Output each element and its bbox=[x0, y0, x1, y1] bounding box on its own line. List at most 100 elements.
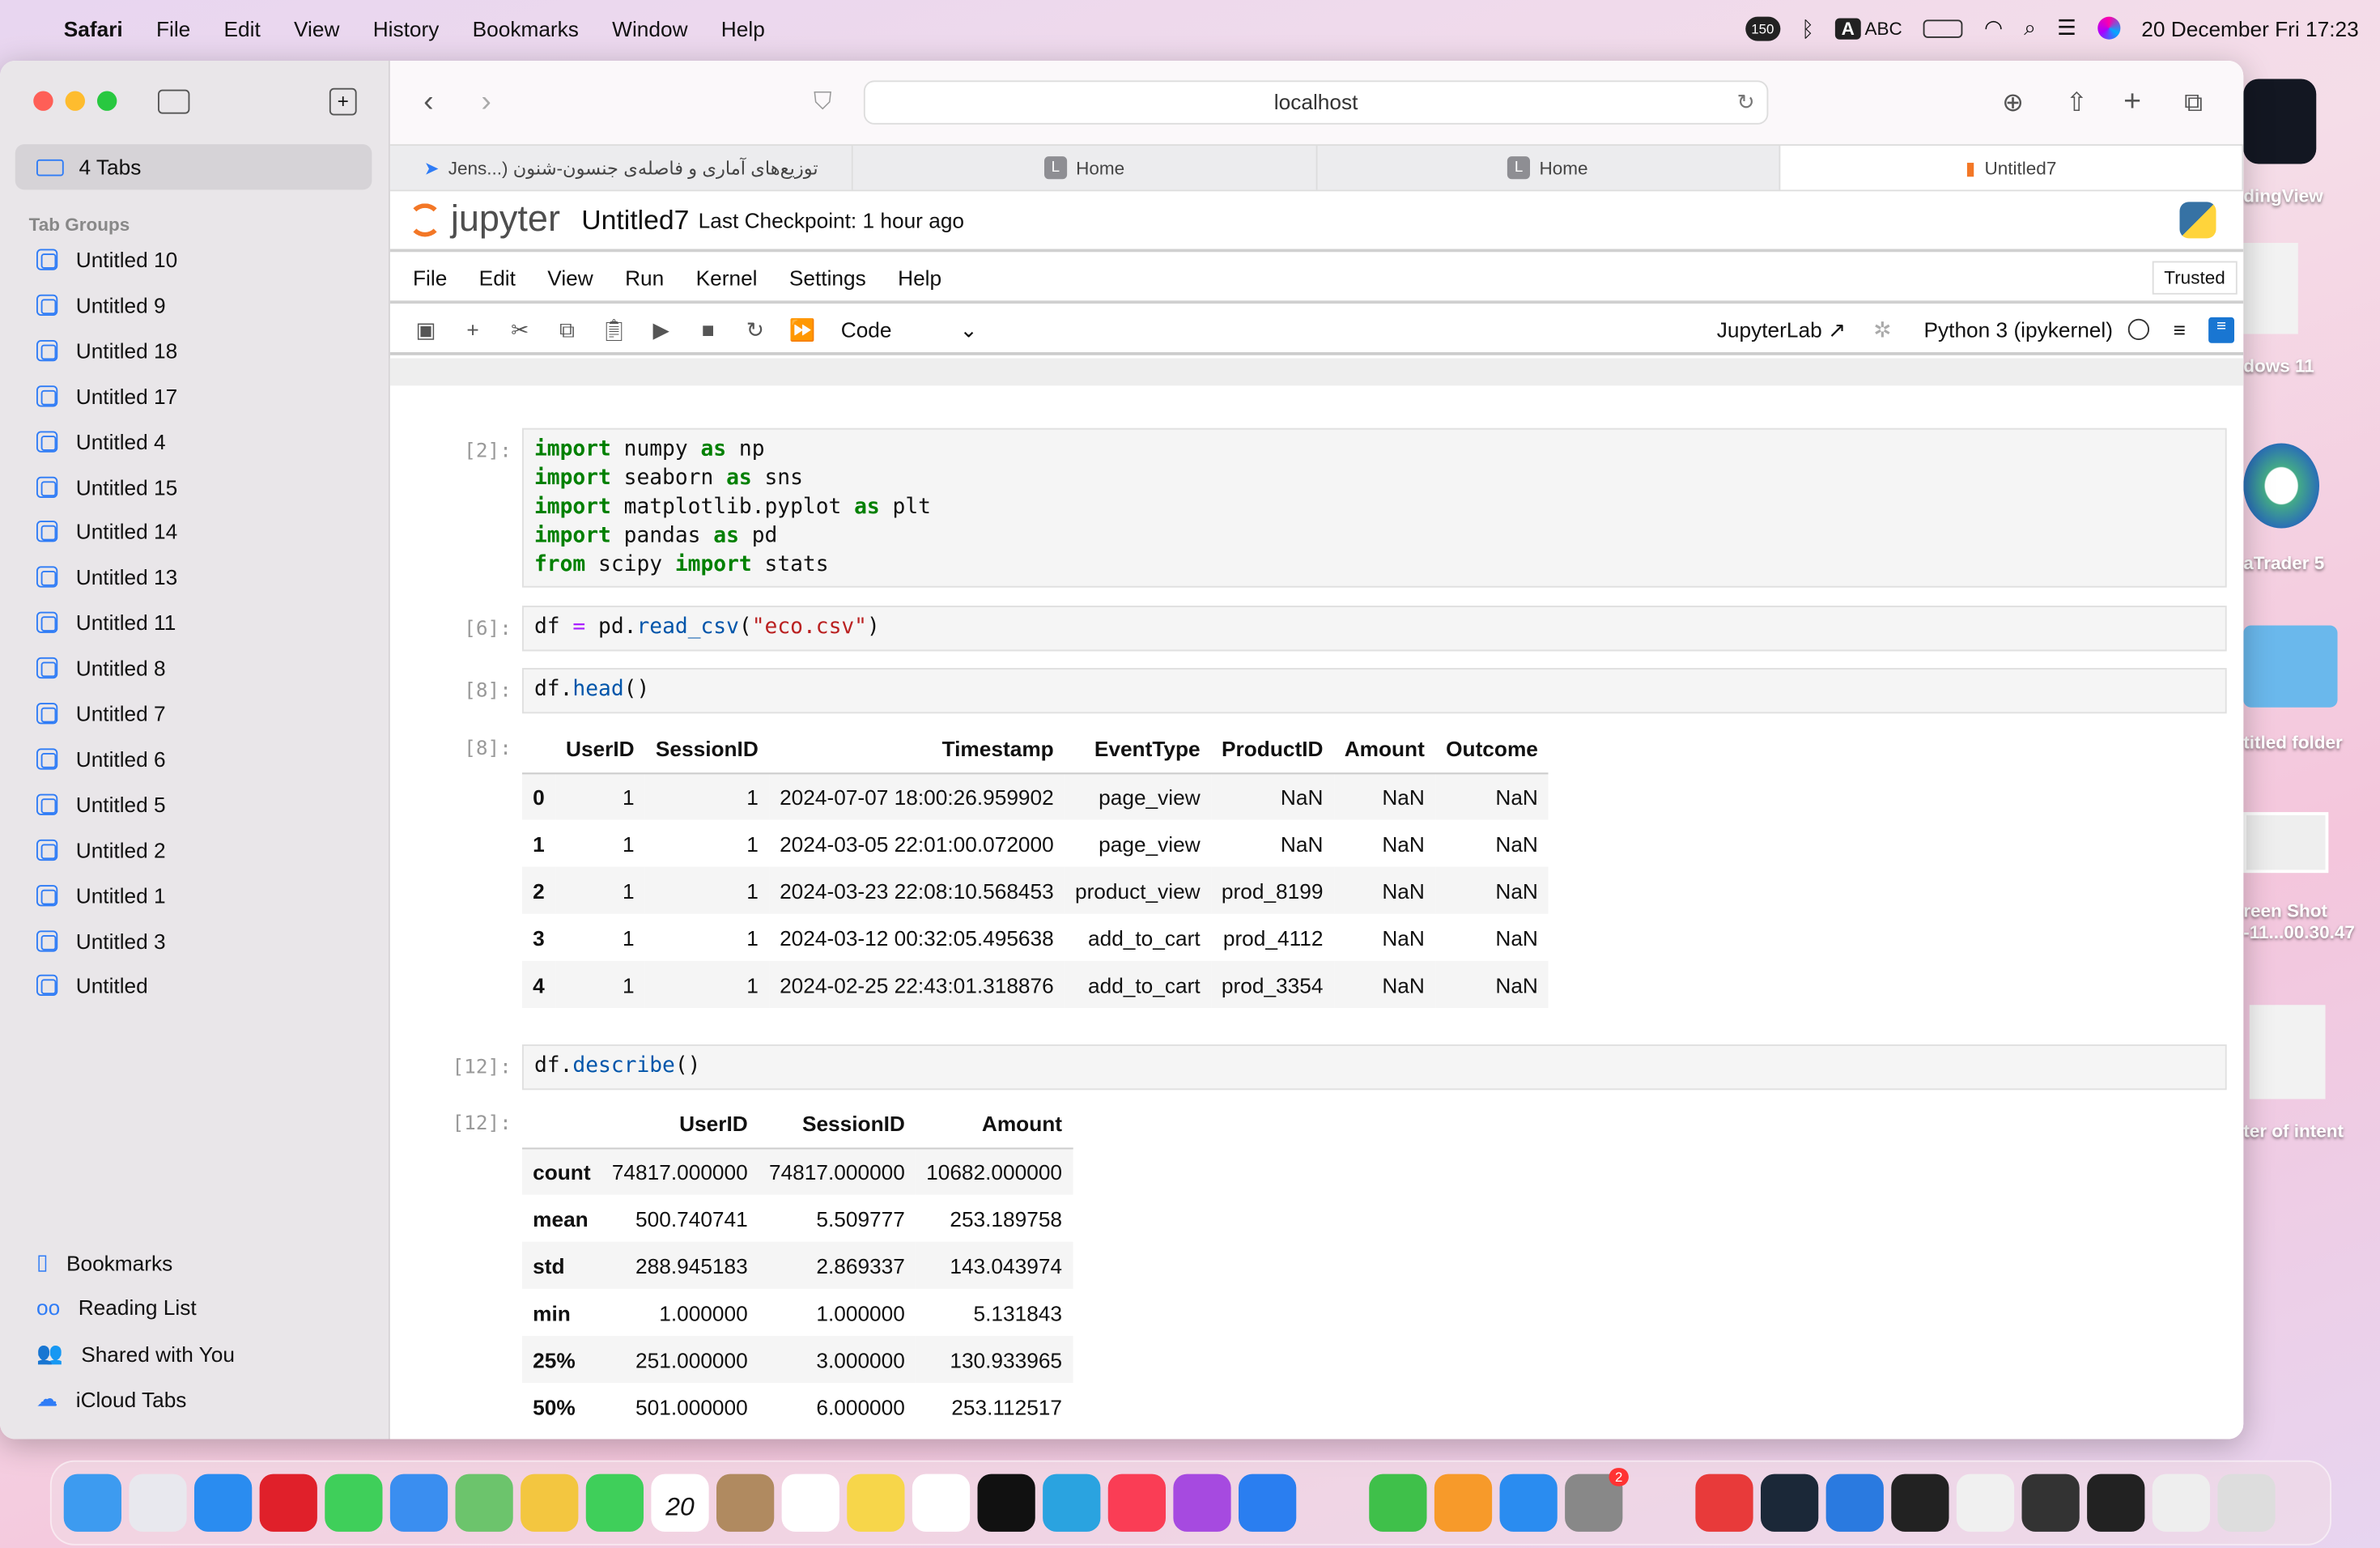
siri-icon[interactable] bbox=[2097, 16, 2121, 40]
address-bar[interactable]: localhost ↻ bbox=[863, 80, 1769, 125]
window-2-icon[interactable] bbox=[2021, 1474, 2080, 1532]
terminal-icon[interactable] bbox=[1891, 1474, 1949, 1532]
sidebar-tab-group[interactable]: Untitled 3 bbox=[36, 929, 166, 953]
sidebar-tab-group[interactable]: Untitled 9 bbox=[36, 293, 166, 317]
calendar-icon[interactable]: 20 bbox=[651, 1474, 709, 1532]
sidebar-tab-group[interactable]: Untitled 1 bbox=[36, 882, 166, 907]
airmail-icon[interactable] bbox=[1695, 1474, 1753, 1532]
forward-icon[interactable]: › bbox=[481, 85, 491, 120]
apple-tv-icon[interactable] bbox=[977, 1474, 1035, 1532]
desktop-item[interactable]: reen Shot -11...00.30.47 bbox=[2243, 812, 2380, 942]
sidebar-tab-group[interactable]: Untitled 4 bbox=[36, 429, 166, 453]
jupyter-logo-icon[interactable] bbox=[408, 203, 442, 237]
sidebar-tab-group[interactable]: Untitled 11 bbox=[36, 610, 176, 635]
run-icon[interactable]: ▶ bbox=[638, 317, 685, 342]
jmenu-help[interactable]: Help bbox=[898, 266, 941, 290]
code-cell[interactable]: df = pd.read_csv("eco.csv") bbox=[522, 606, 2227, 652]
reminders-icon[interactable] bbox=[781, 1474, 839, 1532]
mail-icon[interactable] bbox=[389, 1474, 448, 1532]
sidebar-tab-group[interactable]: Untitled bbox=[36, 974, 148, 998]
paste-icon[interactable]: 📋︎ bbox=[590, 317, 637, 342]
menu-file[interactable]: File bbox=[156, 16, 190, 40]
jmenu-run[interactable]: Run bbox=[625, 266, 664, 290]
tab-home-1[interactable]: L Home bbox=[853, 146, 1317, 190]
back-icon[interactable]: ‹ bbox=[423, 85, 434, 120]
share-icon[interactable]: ⇧ bbox=[2066, 87, 2088, 118]
maps-icon[interactable] bbox=[455, 1474, 513, 1532]
window-1-icon[interactable] bbox=[1956, 1474, 2015, 1532]
kernel-name[interactable]: Python 3 (ipykernel) bbox=[1924, 317, 2113, 342]
tab-untitled7[interactable]: ▮ Untitled7 bbox=[1779, 146, 2244, 190]
jmenu-view[interactable]: View bbox=[547, 266, 593, 290]
sidebar-tab-group[interactable]: Untitled 7 bbox=[36, 701, 166, 725]
tab-home-2[interactable]: L Home bbox=[1316, 146, 1780, 190]
menu-edit[interactable]: Edit bbox=[224, 16, 261, 40]
sidebar-tab-group[interactable]: Untitled 17 bbox=[36, 384, 177, 408]
help-icon[interactable] bbox=[1304, 1474, 1362, 1532]
notes-icon[interactable] bbox=[847, 1474, 905, 1532]
sidebar-tab-group[interactable]: Untitled 6 bbox=[36, 746, 166, 771]
copy-icon[interactable]: ⧉ bbox=[543, 317, 590, 342]
menu-help[interactable]: Help bbox=[721, 16, 765, 40]
desktop-item[interactable]: aTrader 5 bbox=[2243, 443, 2380, 574]
stop-icon[interactable]: ■ bbox=[685, 317, 732, 342]
telegram-icon[interactable] bbox=[1043, 1474, 1101, 1532]
downloads-icon[interactable]: ⊕ bbox=[2002, 87, 2024, 118]
window-3-icon[interactable] bbox=[2087, 1474, 2145, 1532]
sidebar-tab-group[interactable]: Untitled 15 bbox=[36, 474, 177, 499]
jupyterlab-link[interactable]: JupyterLab ↗ bbox=[1717, 317, 1846, 342]
pages-icon[interactable] bbox=[1434, 1474, 1493, 1532]
sidebar-item-reading-list[interactable]: oo Reading List bbox=[36, 1295, 197, 1319]
jmenu-kernel[interactable]: Kernel bbox=[696, 266, 758, 290]
desktop-item[interactable]: dingView bbox=[2243, 79, 2380, 206]
status-badge[interactable]: 150 bbox=[1745, 15, 1780, 40]
menu-bookmarks[interactable]: Bookmarks bbox=[473, 16, 579, 40]
reload-icon[interactable]: ↻ bbox=[1736, 82, 1754, 123]
launchpad-icon[interactable] bbox=[129, 1474, 187, 1532]
sidebar-tab-group[interactable]: Untitled 10 bbox=[36, 248, 177, 272]
window-4-icon[interactable] bbox=[2152, 1474, 2210, 1532]
music-icon[interactable] bbox=[1107, 1474, 1166, 1532]
contacts-icon[interactable] bbox=[716, 1474, 775, 1532]
sidebar-tab-group[interactable]: Untitled 13 bbox=[36, 565, 177, 589]
cell-type-select[interactable]: Code ⌄ bbox=[841, 317, 978, 342]
code-cell[interactable]: df.head() bbox=[522, 668, 2227, 714]
debugger-icon[interactable]: ✲ bbox=[1873, 317, 1891, 342]
menu-window[interactable]: Window bbox=[612, 16, 687, 40]
code-cell[interactable]: df.describe() bbox=[522, 1044, 2227, 1091]
bluetooth-icon[interactable]: ᛒ bbox=[1801, 16, 1814, 40]
tab-overview-icon[interactable]: ⧉ bbox=[2184, 87, 2203, 118]
input-source[interactable]: A ABC bbox=[1835, 17, 1902, 39]
photos-icon[interactable] bbox=[521, 1474, 579, 1532]
control-center-icon[interactable]: ☰ bbox=[2057, 15, 2076, 41]
sidebar-tab-group[interactable]: Untitled 18 bbox=[36, 338, 177, 363]
sidebar-item-tabs[interactable]: 4 Tabs bbox=[15, 144, 372, 190]
menu-history[interactable]: History bbox=[373, 16, 440, 40]
sidebar-tab-group[interactable]: Untitled 5 bbox=[36, 792, 166, 816]
desktop-item[interactable]: dows 11 bbox=[2243, 243, 2380, 376]
jmenu-settings[interactable]: Settings bbox=[789, 266, 866, 290]
numbers-icon[interactable] bbox=[1369, 1474, 1427, 1532]
app-name[interactable]: Safari bbox=[64, 16, 123, 40]
rocket-icon[interactable] bbox=[1630, 1474, 1688, 1532]
code-cell[interactable]: import numpy as np import seaborn as sns… bbox=[522, 427, 2227, 588]
sidebar-item-shared[interactable]: 👥 Shared with You bbox=[36, 1341, 235, 1367]
sidebar-item-bookmarks[interactable]: ▯ Bookmarks bbox=[36, 1249, 172, 1275]
menu-view[interactable]: View bbox=[294, 16, 339, 40]
jmenu-edit[interactable]: Edit bbox=[479, 266, 516, 290]
notebook-title[interactable]: Untitled7 bbox=[581, 204, 689, 236]
battery-icon[interactable] bbox=[1923, 19, 1963, 37]
freeform-icon[interactable] bbox=[912, 1474, 971, 1532]
keynote-icon[interactable] bbox=[1239, 1474, 1297, 1532]
new-tab-group-icon[interactable]: + bbox=[329, 87, 357, 116]
vscode-icon[interactable] bbox=[1825, 1474, 1884, 1532]
property-inspector-icon[interactable]: ≡ bbox=[2208, 316, 2234, 342]
search-icon[interactable]: ⌕ bbox=[2024, 15, 2036, 41]
jupyter-logo-text[interactable]: jupyter bbox=[451, 199, 560, 242]
sidebar-item-icloud[interactable]: ☁ iCloud Tabs bbox=[36, 1386, 186, 1412]
steam-icon[interactable] bbox=[1761, 1474, 1819, 1532]
clock[interactable]: 20 December Fri 17:23 bbox=[2141, 16, 2358, 40]
sidebar-tab-group[interactable]: Untitled 14 bbox=[36, 520, 177, 544]
restart-run-all-icon[interactable]: ⏩ bbox=[779, 317, 826, 342]
tab-jensen[interactable]: ➤ توزیع‌های آماری و فاصله‌ی جنسون-شنون (.… bbox=[389, 146, 854, 190]
